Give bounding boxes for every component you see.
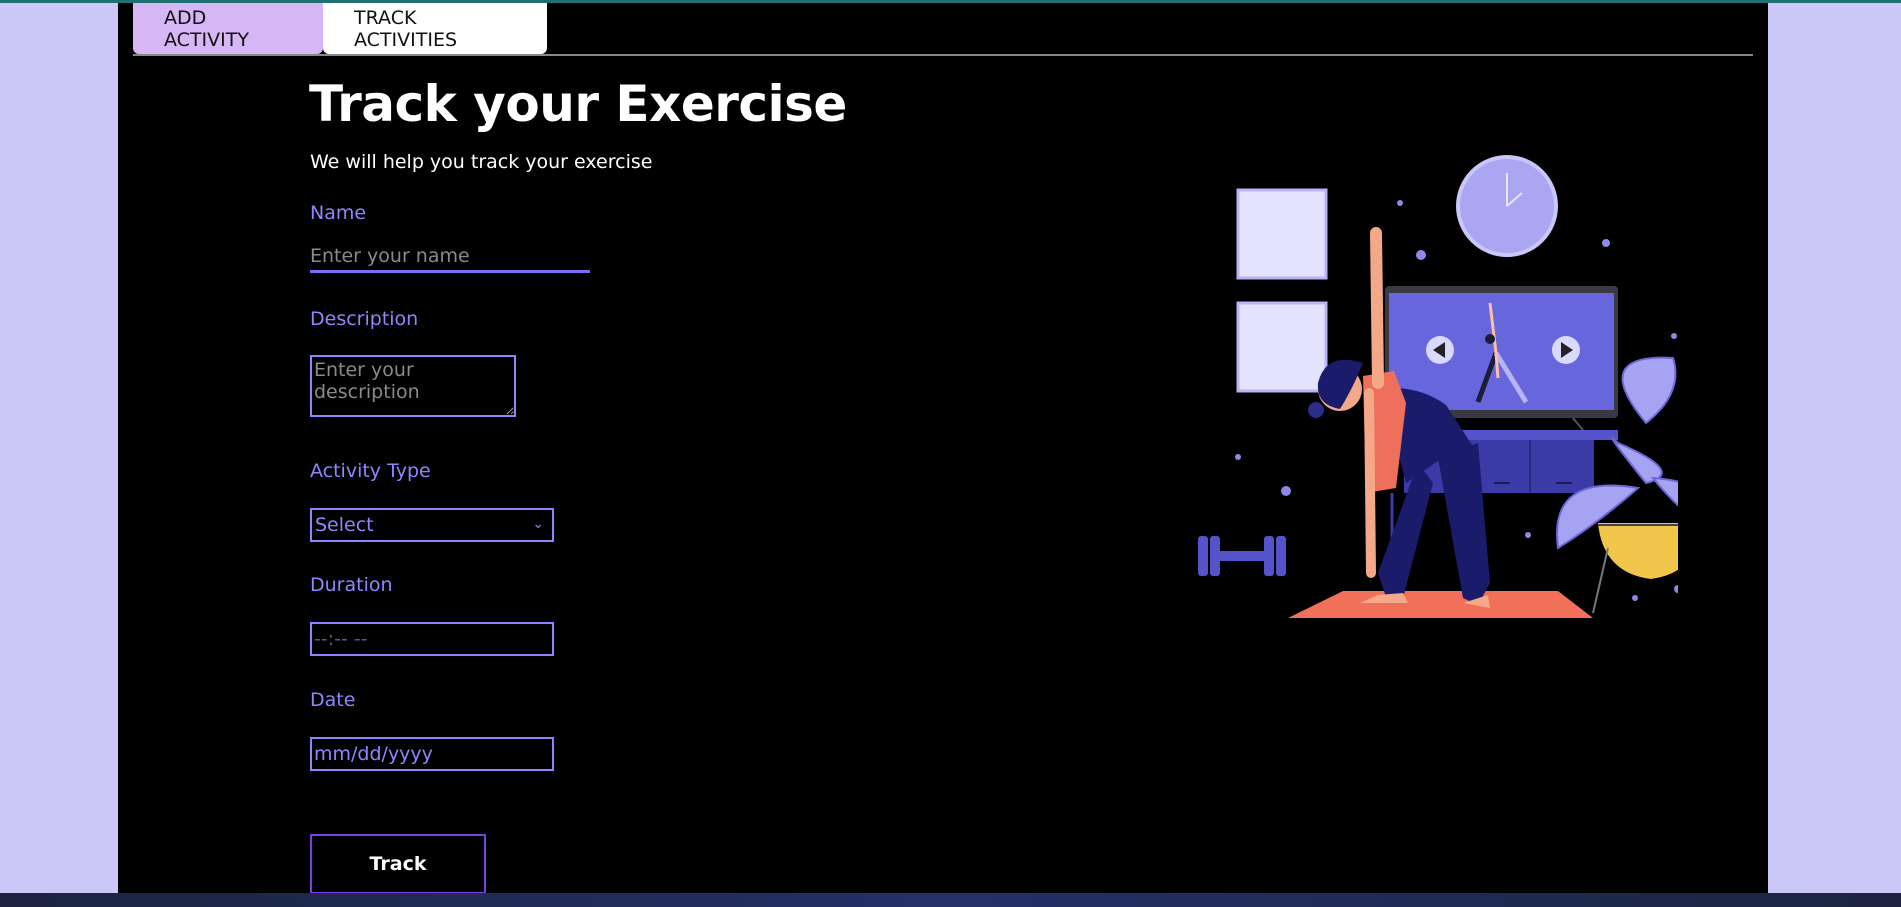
date-input[interactable]: mm/dd/yyyy <box>310 737 554 771</box>
activity-type-label: Activity Type <box>310 460 431 482</box>
name-input[interactable] <box>310 242 590 273</box>
yoga-mat <box>1288 591 1593 618</box>
main-panel: ADD ACTIVITY TRACK ACTIVITIES Track your… <box>118 3 1768 894</box>
description-textarea[interactable] <box>310 355 516 417</box>
wall-frame-top <box>1236 188 1328 280</box>
duration-label: Duration <box>310 574 393 596</box>
tab-add-activity[interactable]: ADD ACTIVITY <box>133 3 323 54</box>
name-label: Name <box>310 202 367 224</box>
page-title: Track your Exercise <box>309 75 847 133</box>
tab-bar: ADD ACTIVITY TRACK ACTIVITIES <box>133 3 547 54</box>
description-label: Description <box>310 308 419 330</box>
tab-divider <box>133 54 1753 56</box>
tab-track-activities[interactable]: TRACK ACTIVITIES <box>323 3 547 54</box>
plant-pot <box>1598 523 1678 579</box>
page-subtitle: We will help you track your exercise <box>310 151 653 173</box>
dumbbell-icon <box>1198 536 1208 576</box>
track-button[interactable]: Track <box>310 834 486 894</box>
chevron-down-icon: ⌄ <box>532 516 544 532</box>
duration-input[interactable]: --:-- -- <box>310 622 554 656</box>
taskbar <box>0 893 1901 907</box>
activity-type-value: Select <box>315 514 374 536</box>
date-label: Date <box>310 689 356 711</box>
scrollbar[interactable] <box>1889 3 1901 893</box>
wall-frame-bottom <box>1236 301 1328 393</box>
activity-type-select[interactable]: Select ⌄ <box>310 508 554 542</box>
yoga-exercise-illustration <box>1198 155 1678 618</box>
